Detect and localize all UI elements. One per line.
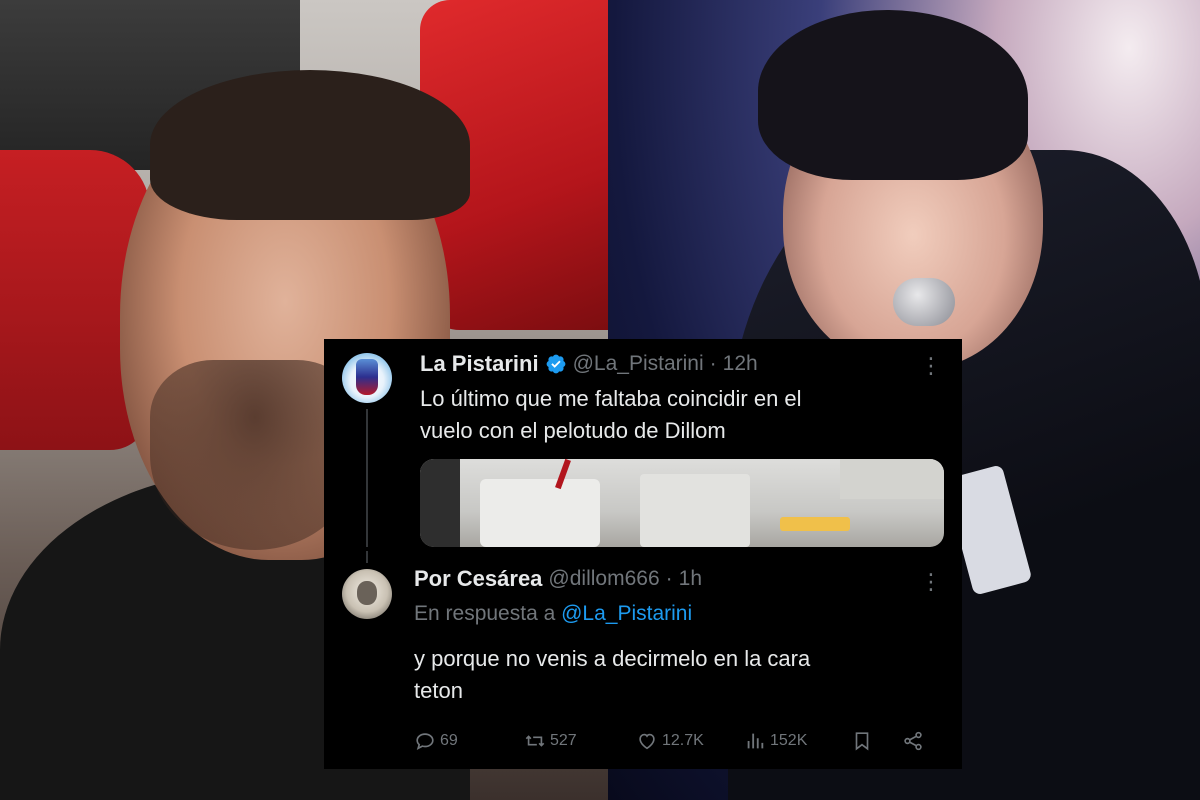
heart-icon	[639, 733, 655, 750]
reply-count: 69	[440, 732, 458, 749]
views-count: 152K	[770, 732, 808, 749]
share-button[interactable]	[902, 730, 928, 752]
display-name[interactable]: La Pistarini	[420, 351, 539, 377]
tweet-text-line: Lo último que me faltaba coincidir en el	[420, 386, 802, 411]
share-icon	[904, 731, 922, 751]
logo-emblem	[356, 359, 378, 395]
thread-line	[366, 551, 368, 563]
handle[interactable]: @La_Pistarini	[573, 352, 704, 376]
separator: ·	[665, 567, 673, 590]
verified-badge-icon	[546, 354, 565, 374]
display-name[interactable]: Por Cesárea	[414, 566, 542, 592]
cabin-panel	[480, 479, 600, 547]
retweet-count: 527	[550, 732, 577, 749]
tweet-text: Lo último que me faltaba coincidir en el…	[420, 383, 802, 447]
retweet-icon	[525, 735, 545, 747]
tweet-text-line: teton	[414, 678, 463, 703]
cabin-sign	[780, 517, 850, 531]
views-chart-icon	[747, 733, 764, 749]
reply-handle-link[interactable]: @La_Pistarini	[561, 602, 692, 625]
microphone	[893, 278, 955, 326]
tweet-text-line: y porque no venis a decirmelo en la cara	[414, 646, 811, 671]
tweet-text-line: vuelo con el pelotudo de Dillom	[420, 418, 726, 443]
reply-icon	[416, 733, 434, 750]
more-vertical-icon[interactable]: ⋮	[920, 571, 942, 593]
bookmark-icon	[855, 732, 869, 751]
tweet-header: La Pistarini @La_Pistarini · 12h	[420, 351, 758, 377]
thread-line	[366, 409, 368, 547]
timestamp[interactable]: 12h	[723, 352, 758, 376]
tweet-thread-card: La Pistarini @La_Pistarini · 12h ⋮ Lo úl…	[324, 339, 962, 769]
hair	[758, 10, 1028, 180]
reply-tweet-header: Por Cesárea @dillom666 · 1h	[414, 566, 702, 592]
tweet-media-thumbnail[interactable]	[420, 459, 944, 547]
reply-button[interactable]: 69	[414, 730, 458, 752]
hair	[150, 70, 470, 220]
retweet-button[interactable]: 527	[524, 730, 577, 752]
bookmark-button[interactable]	[851, 730, 877, 752]
avatar-la-pistarini[interactable]	[342, 353, 392, 403]
overhead-bin	[840, 459, 944, 499]
avatar-face	[357, 581, 377, 605]
views-button[interactable]: 152K	[744, 730, 807, 752]
reply-prefix: En respuesta a	[414, 602, 556, 625]
cabin-panel	[640, 474, 750, 547]
avatar-por-cesarea[interactable]	[342, 569, 392, 619]
like-button[interactable]: 12.7K	[636, 730, 704, 752]
separator: ·	[709, 352, 717, 375]
cabin-shadow	[420, 459, 460, 547]
handle[interactable]: @dillom666	[548, 567, 659, 591]
like-count: 12.7K	[662, 732, 704, 749]
reply-tweet-text: y porque no venis a decirmelo en la cara…	[414, 643, 810, 707]
more-vertical-icon[interactable]: ⋮	[920, 355, 942, 377]
timestamp[interactable]: 1h	[679, 567, 702, 591]
reply-context: En respuesta a @La_Pistarini	[414, 602, 692, 626]
tweet-actions-bar: 69 527 12.7K 152K	[414, 730, 934, 756]
